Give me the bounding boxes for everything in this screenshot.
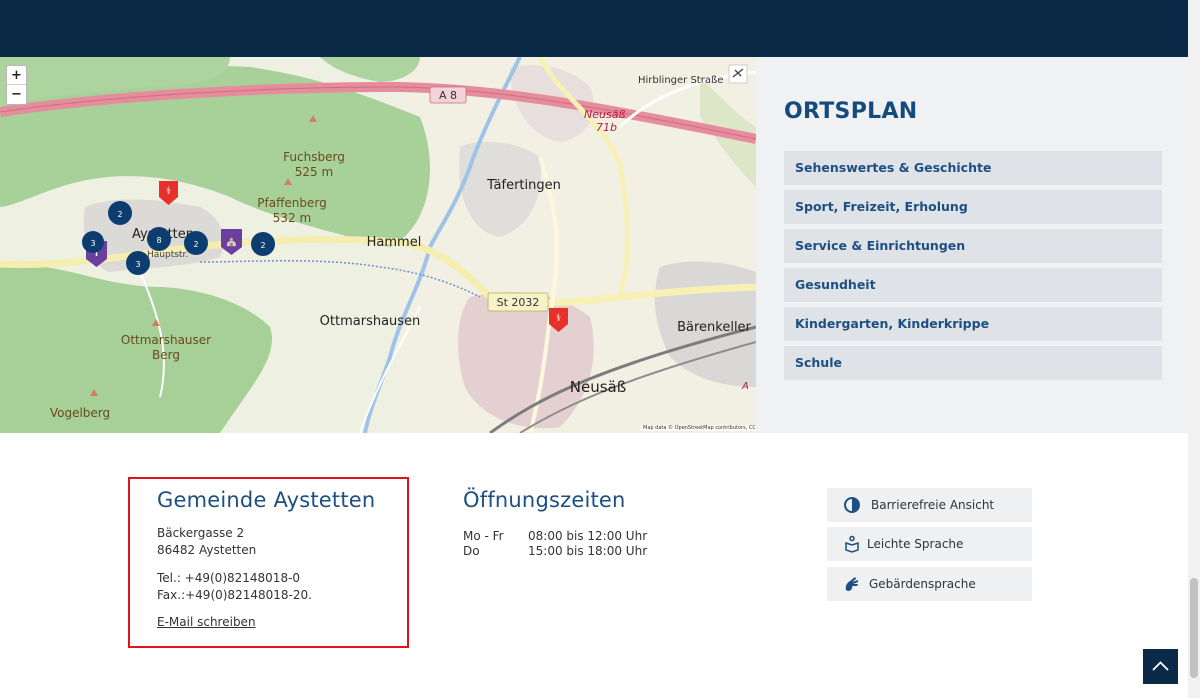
gebaerdensprache-label: Gebärdensprache: [869, 577, 976, 591]
hours-day-1: Mo - Fr: [463, 529, 504, 543]
svg-text:⚕: ⚕: [556, 313, 561, 324]
barrierefrei-button[interactable]: Barrierefreie Ansicht: [827, 488, 1032, 522]
category-sport[interactable]: Sport, Freizeit, Erholung: [784, 190, 1162, 224]
ortsplan-title: ORTSPLAN: [784, 99, 918, 124]
svg-text:3: 3: [90, 239, 95, 248]
svg-text:2: 2: [117, 210, 122, 219]
map-label-hirblinger: Hirblinger Straße: [638, 75, 723, 86]
map-layers-toggle[interactable]: [728, 64, 748, 84]
sign-language-icon: [845, 577, 858, 591]
map-label-neusass: Neusäß: [570, 378, 626, 396]
map-label-hauptstr: Hauptstr.: [147, 250, 188, 260]
svg-text:⚕: ⚕: [166, 186, 171, 197]
fax-number: Fax.:+49(0)82148018-20.: [157, 588, 312, 602]
easy-language-icon: [845, 535, 859, 553]
map-label-a8: A 8: [439, 89, 457, 102]
map-tiles: A 8 Hirblinger Straße Neusäß 71b Fuchsbe…: [0, 57, 756, 433]
map-cluster-6[interactable]: 2: [251, 232, 275, 256]
zoom-out-button[interactable]: −: [7, 85, 26, 104]
hours-time-1: 08:00 bis 12:00 Uhr: [528, 529, 648, 543]
map-label-exit-number: 71b: [596, 121, 617, 134]
map-label-st2032: St 2032: [497, 296, 540, 309]
map-cluster-1[interactable]: 2: [108, 201, 132, 225]
barrierefrei-label: Barrierefreie Ansicht: [871, 498, 995, 512]
address-city: 86482 Aystetten: [157, 543, 257, 557]
svg-text:⛪: ⛪: [225, 233, 239, 247]
map-cluster-2[interactable]: 3: [82, 231, 104, 253]
contrast-icon: [844, 497, 860, 513]
map-label-neusass-exit: Neusäß: [584, 108, 625, 121]
leichte-sprache-button[interactable]: Leichte Sprache: [827, 527, 1032, 561]
category-schule[interactable]: Schule: [784, 346, 1162, 380]
gemeinde-title: Gemeinde Aystetten: [157, 488, 376, 512]
leichte-sprache-label: Leichte Sprache: [867, 537, 964, 551]
map-label-pfaffenberg: Pfaffenberg: [257, 196, 326, 210]
map-label-vogelberg: Vogelberg: [50, 406, 110, 420]
map-label-taefertingen: Täfertingen: [486, 178, 561, 193]
town-map[interactable]: A 8 Hirblinger Straße Neusäß 71b Fuchsbe…: [0, 57, 756, 433]
map-attribution[interactable]: Map data © OpenStreetMap contributors, C…: [641, 425, 774, 431]
hours-day-2: Do: [463, 544, 480, 558]
category-service[interactable]: Service & Einrichtungen: [784, 229, 1162, 263]
map-label-berg: Berg: [152, 348, 180, 362]
email-link[interactable]: E-Mail schreiben: [157, 615, 256, 629]
map-cluster-5[interactable]: 2: [184, 231, 208, 255]
map-label-baerenkeller: Bärenkeller: [677, 320, 751, 335]
svg-text:2: 2: [193, 240, 198, 249]
ortsplan-panel: ORTSPLAN Sehenswertes & Geschichte Sport…: [756, 57, 1188, 433]
map-label-ottmarshausen: Ottmarshausen: [320, 314, 421, 329]
map-zoom-control: + −: [6, 65, 27, 105]
back-to-top-button[interactable]: [1143, 649, 1178, 684]
svg-text:2: 2: [260, 241, 265, 250]
scrollbar-thumb[interactable]: [1190, 578, 1198, 678]
top-navigation-bar: [0, 0, 1188, 57]
map-label-ottmarshauser-berg: Ottmarshauser: [121, 333, 211, 347]
map-label-pfaffenberg-height: 532 m: [273, 211, 311, 225]
map-label-fuchsberg-height: 525 m: [295, 165, 333, 179]
page-scrollbar[interactable]: [1188, 0, 1200, 698]
zoom-in-button[interactable]: +: [7, 66, 26, 85]
hours-time-2: 15:00 bis 18:00 Uhr: [528, 544, 648, 558]
category-gesundheit[interactable]: Gesundheit: [784, 268, 1162, 302]
svg-text:8: 8: [156, 236, 161, 245]
svg-text:3: 3: [135, 260, 140, 269]
map-label-hammel: Hammel: [367, 235, 422, 250]
category-kindergarten[interactable]: Kindergarten, Kinderkrippe: [784, 307, 1162, 341]
map-cluster-3[interactable]: 3: [126, 251, 150, 275]
map-label-edge: A: [741, 381, 749, 392]
category-sehenswertes[interactable]: Sehenswertes & Geschichte: [784, 151, 1162, 185]
opening-hours-title: Öffnungszeiten: [463, 488, 626, 512]
chevron-up-icon: [1152, 661, 1169, 671]
gebaerdensprache-button[interactable]: Gebärdensprache: [827, 567, 1032, 601]
map-cluster-4[interactable]: 8: [147, 227, 171, 251]
phone-number: Tel.: +49(0)82148018-0: [157, 571, 301, 585]
address-street: Bäckergasse 2: [157, 526, 245, 540]
map-label-fuchsberg: Fuchsberg: [283, 150, 345, 164]
ortsplan-category-list: Sehenswertes & Geschichte Sport, Freizei…: [784, 151, 1162, 385]
